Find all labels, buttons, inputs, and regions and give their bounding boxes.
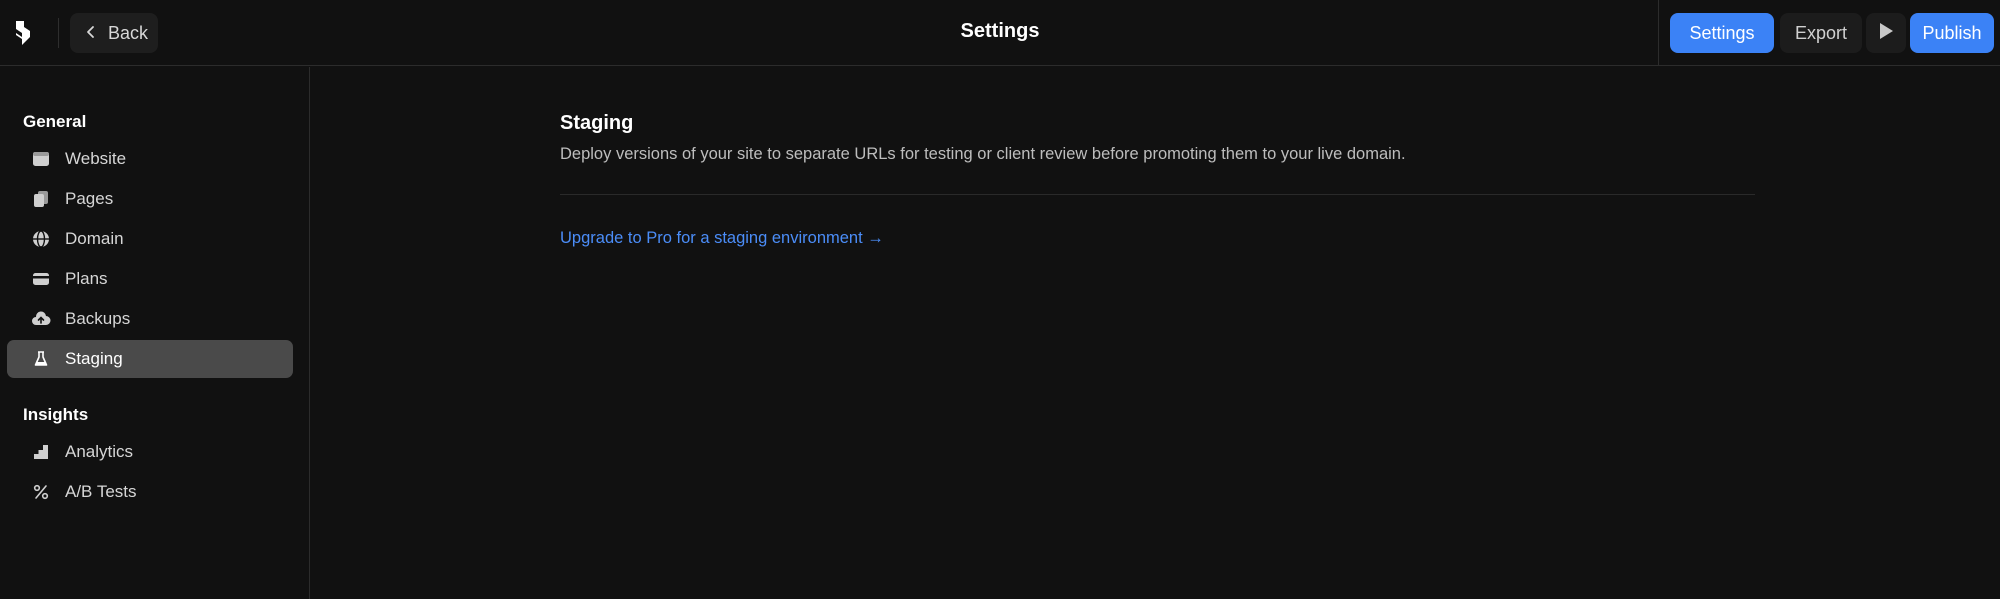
sidebar-item-pages[interactable]: Pages (7, 180, 293, 218)
sidebar-item-label: Plans (65, 269, 108, 288)
settings-sidebar: General Website Pages Domain Plans Backu… (0, 67, 310, 599)
globe-icon (31, 229, 51, 249)
sidebar-item-label: Domain (65, 229, 124, 248)
section-label-general: General (23, 112, 87, 131)
sidebar-item-analytics[interactable]: Analytics (7, 433, 293, 471)
pages-icon (31, 189, 51, 209)
export-button[interactable]: Export (1780, 13, 1862, 53)
flask-icon (31, 349, 51, 369)
top-bar: Back Settings Settings Export Publish (0, 0, 2000, 66)
sidebar-item-label: Staging (65, 349, 123, 368)
cloud-upload-icon (31, 309, 51, 329)
chevron-left-icon (84, 23, 98, 44)
credit-card-icon (31, 269, 51, 289)
section-description: Deploy versions of your site to separate… (560, 145, 1406, 163)
section-label-insights: Insights (23, 405, 89, 424)
play-icon (1878, 22, 1894, 45)
sidebar-item-plans[interactable]: Plans (7, 260, 293, 298)
settings-button[interactable]: Settings (1670, 13, 1774, 53)
sidebar-item-staging[interactable]: Staging (7, 340, 293, 378)
back-button[interactable]: Back (70, 13, 158, 53)
sidebar-item-backups[interactable]: Backups (7, 300, 293, 338)
sidebar-item-label: Analytics (65, 442, 134, 461)
browser-window-icon (31, 149, 51, 169)
app-logo-icon[interactable] (14, 20, 32, 46)
upgrade-to-pro-link[interactable]: Upgrade to Pro for a staging environment… (560, 229, 884, 248)
toolbar-divider (1658, 0, 1659, 66)
section-title: Staging (560, 112, 634, 134)
sidebar-item-website[interactable]: Website (7, 140, 293, 178)
sidebar-item-domain[interactable]: Domain (7, 220, 293, 258)
sidebar-item-label: Pages (65, 189, 114, 208)
sidebar-item-label: Website (65, 149, 127, 168)
logo-divider (58, 18, 59, 48)
staging-panel: Staging Deploy versions of your site to … (560, 112, 1755, 248)
bar-chart-icon (31, 442, 51, 462)
sidebar-item-label: A/B Tests (65, 482, 137, 501)
back-button-label: Back (108, 22, 149, 43)
publish-button[interactable]: Publish (1910, 13, 1994, 53)
content-divider (560, 194, 1755, 195)
percent-icon (31, 482, 51, 502)
sidebar-item-ab-tests[interactable]: A/B Tests (7, 473, 293, 511)
sidebar-item-label: Backups (65, 309, 131, 328)
preview-button[interactable] (1866, 13, 1906, 53)
